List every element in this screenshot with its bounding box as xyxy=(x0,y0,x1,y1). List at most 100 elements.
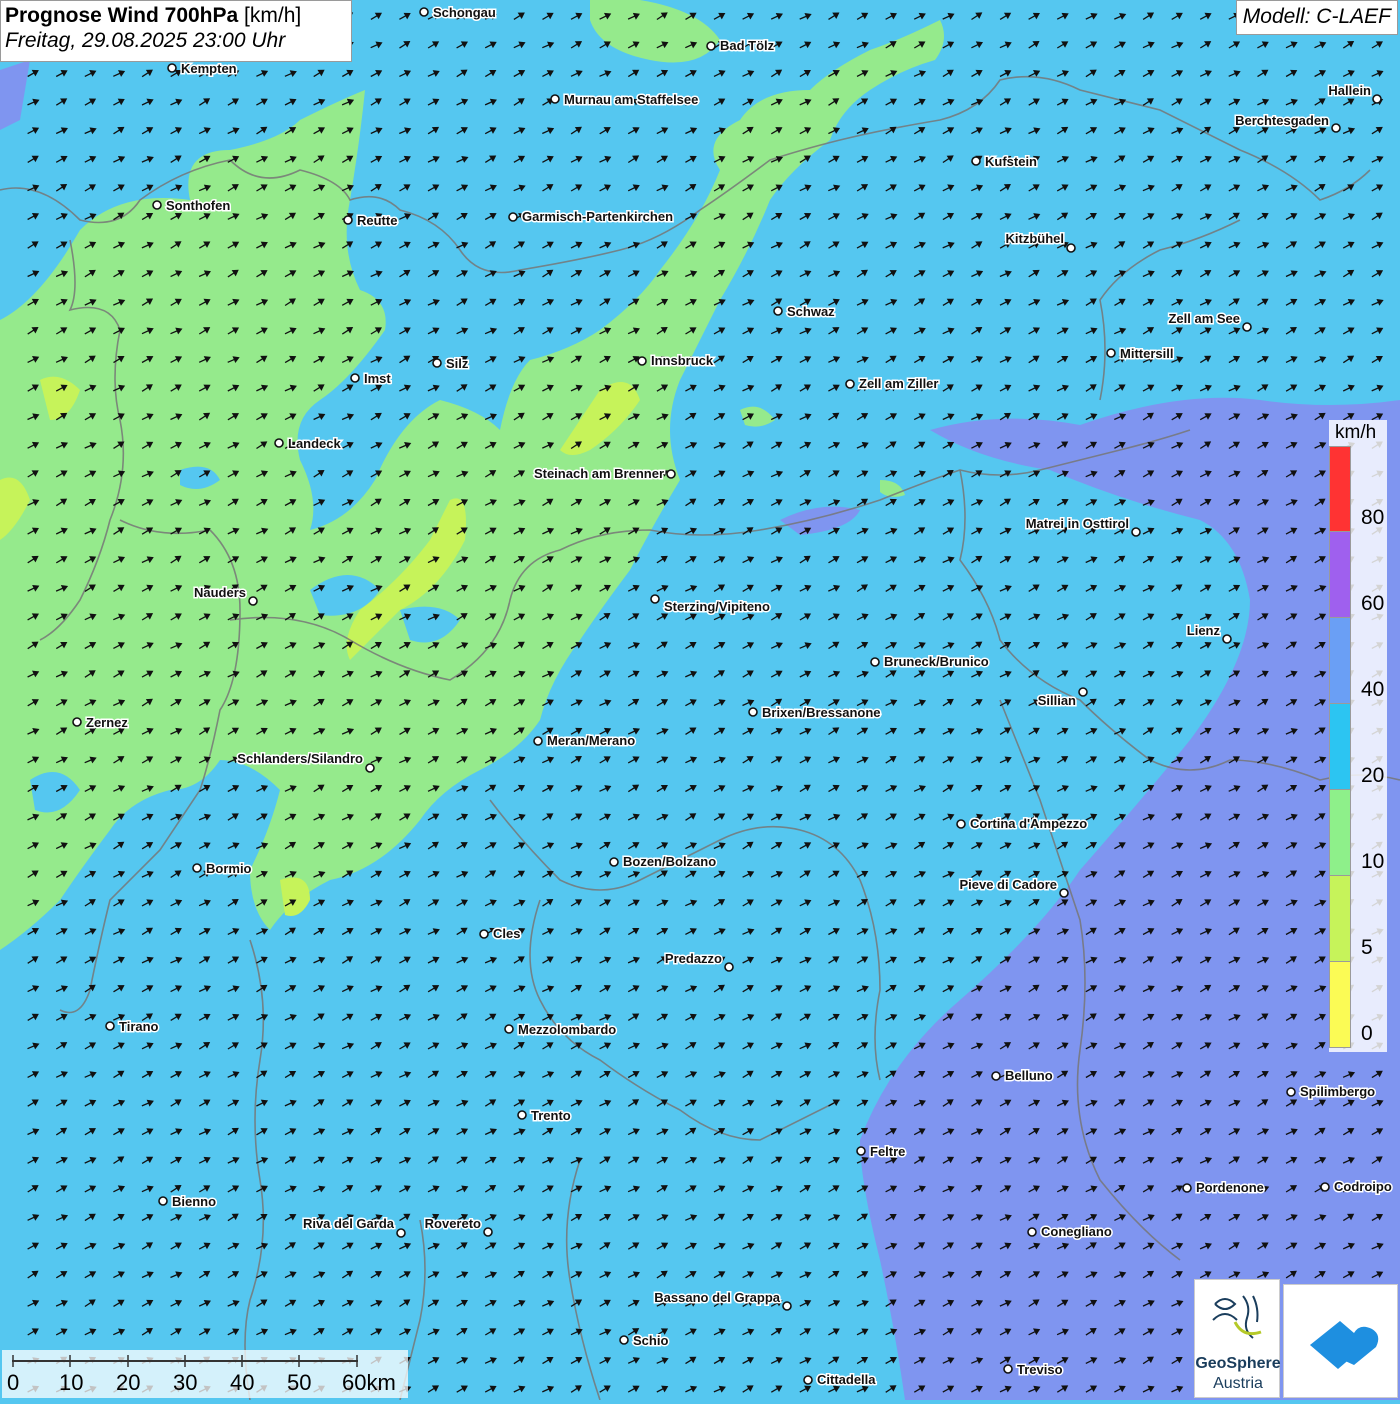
city-label: Schwaz xyxy=(787,304,835,319)
city-dot-icon xyxy=(619,1335,629,1345)
legend-value-label: 20 xyxy=(1361,764,1385,787)
city-dot-icon xyxy=(1286,1087,1296,1097)
city-label: Feltre xyxy=(870,1144,905,1159)
city-label: Cles xyxy=(493,926,520,941)
city-dot-icon xyxy=(479,929,489,939)
city-label: Silz xyxy=(446,356,469,371)
city-dot-icon xyxy=(1242,322,1252,332)
scale-label: 50 xyxy=(287,1370,312,1395)
city-label: Murnau am Staffelsee xyxy=(564,92,698,107)
city-label: Schlanders/Silandro xyxy=(237,751,363,766)
city-dot-icon xyxy=(706,41,716,51)
city-dot-icon xyxy=(1372,94,1382,104)
city-dot-icon xyxy=(152,200,162,210)
geosphere-logo-line2: Austria xyxy=(1213,1375,1263,1392)
city-marker: Spilimbergo xyxy=(1286,1083,1377,1101)
map-title-main: Prognose Wind 700hPa xyxy=(5,4,239,27)
city-label: Codroipo xyxy=(1334,1179,1392,1194)
legend-color-band xyxy=(1329,962,1351,1048)
city-dot-icon xyxy=(550,94,560,104)
city-marker: Conegliano xyxy=(1027,1223,1113,1241)
city-dot-icon xyxy=(1003,1364,1013,1374)
city-label: Treviso xyxy=(1017,1362,1063,1377)
city-label: Cortina d'Ampezzo xyxy=(970,816,1087,831)
city-label: Trento xyxy=(531,1108,571,1123)
city-label: Schio xyxy=(633,1333,668,1348)
scale-bar: 0 10 20 30 40 50 60km xyxy=(2,1350,408,1398)
cloud-arrow-icon xyxy=(1310,1321,1379,1369)
city-label: Reutte xyxy=(357,213,397,228)
city-label: Zell am Ziller xyxy=(859,376,938,391)
city-label: Conegliano xyxy=(1041,1224,1112,1239)
legend-color-band xyxy=(1329,618,1351,704)
scale-label: 30 xyxy=(173,1370,198,1395)
legend-value-label: 0 xyxy=(1361,1022,1373,1045)
city-label: Spilimbergo xyxy=(1300,1084,1375,1099)
city-label: Bad Tölz xyxy=(720,38,775,53)
scale-label: 0 xyxy=(7,1370,20,1395)
city-dot-icon xyxy=(637,356,647,366)
city-label: Sillian xyxy=(1038,693,1076,708)
city-label: Matrei in Osttirol xyxy=(1026,516,1129,531)
city-dot-icon xyxy=(856,1146,866,1156)
city-dot-icon xyxy=(666,469,676,479)
legend-value-label: 80 xyxy=(1361,506,1385,529)
city-dot-icon xyxy=(483,1227,493,1237)
city-label: Rovereto xyxy=(425,1216,481,1231)
legend-value-label: 60 xyxy=(1361,592,1385,615)
city-label: Belluno xyxy=(1005,1068,1053,1083)
legend-color-band xyxy=(1329,876,1351,962)
legend-color-band xyxy=(1329,532,1351,618)
legend-color-band xyxy=(1329,704,1351,790)
scale-label: 60km xyxy=(342,1370,396,1395)
city-label: Brixen/Bressanone xyxy=(762,705,881,720)
map-title: Prognose Wind 700hPa [km/h] xyxy=(5,4,347,28)
city-marker: Cortina d'Ampezzo xyxy=(956,815,1089,833)
city-dot-icon xyxy=(1027,1227,1037,1237)
city-dot-icon xyxy=(803,1375,813,1385)
city-label: Bienno xyxy=(172,1194,216,1209)
legend-value-label: 5 xyxy=(1361,936,1373,959)
city-marker: Brixen/Bressanone xyxy=(748,704,882,722)
city-label: Kitzbühel xyxy=(1006,231,1065,246)
city-label: Riva del Garda xyxy=(303,1216,395,1231)
scale-label: 20 xyxy=(116,1370,141,1395)
city-label: Pieve di Cadore xyxy=(959,877,1057,892)
title-box: Prognose Wind 700hPa [km/h] Freitag, 29.… xyxy=(0,0,352,62)
city-label: Bormio xyxy=(206,861,252,876)
city-label: Zernez xyxy=(86,715,128,730)
legend-unit: km/h xyxy=(1335,422,1377,443)
city-marker: Zell am Ziller xyxy=(845,375,940,393)
city-label: Tirano xyxy=(119,1019,159,1034)
city-dot-icon xyxy=(517,1110,527,1120)
city-marker: Steinach am Brenner xyxy=(532,465,676,483)
city-dot-icon xyxy=(432,358,442,368)
scale-label: 40 xyxy=(230,1370,255,1395)
city-label: Lienz xyxy=(1187,623,1221,638)
legend-value-label: 40 xyxy=(1361,678,1385,701)
city-dot-icon xyxy=(748,707,758,717)
city-dot-icon xyxy=(72,717,82,727)
model-label: Modell: C-LAEF xyxy=(1235,0,1398,35)
city-dot-icon xyxy=(508,212,518,222)
city-label: Steinach am Brenner xyxy=(534,466,664,481)
city-marker: Mezzolombardo xyxy=(504,1021,618,1039)
city-label: Kempten xyxy=(181,61,237,76)
city-dot-icon xyxy=(845,379,855,389)
city-label: Berchtesgaden xyxy=(1235,113,1329,128)
city-dot-icon xyxy=(1320,1182,1330,1192)
city-label: Pordenone xyxy=(1196,1180,1264,1195)
color-legend: km/h 80 60 40 20 10 5 0 xyxy=(1329,420,1387,1052)
geosphere-emblem-icon xyxy=(1212,1295,1262,1339)
city-label: Sterzing/Vipiteno xyxy=(664,599,770,614)
weather-app-logo[interactable] xyxy=(1283,1284,1398,1398)
city-label: Bozen/Bolzano xyxy=(623,854,716,869)
city-marker: Pordenone xyxy=(1182,1179,1265,1197)
city-dot-icon xyxy=(773,306,783,316)
city-dot-icon xyxy=(396,1228,406,1238)
city-dot-icon xyxy=(274,438,284,448)
city-label: Imst xyxy=(364,371,391,386)
geosphere-logo[interactable]: GeoSphere Austria xyxy=(1194,1279,1281,1398)
city-marker: Garmisch-Partenkirchen xyxy=(508,208,675,226)
city-dot-icon xyxy=(724,962,734,972)
